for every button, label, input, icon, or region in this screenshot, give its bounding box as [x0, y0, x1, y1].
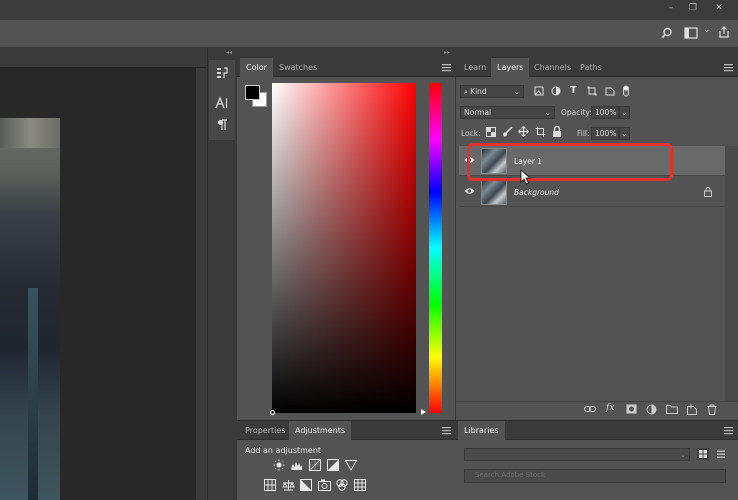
layers-dock-top-strip — [456, 48, 738, 58]
fill-input[interactable]: 100% — [591, 127, 619, 140]
lock-label: Lock: — [461, 129, 481, 138]
tab-layers[interactable]: Layers — [491, 58, 530, 77]
layer-name[interactable]: Background — [514, 188, 559, 197]
levels-icon[interactable] — [291, 459, 303, 471]
new-layer-icon[interactable] — [687, 404, 697, 415]
libraries-search-input[interactable]: Search Adobe Stock — [464, 469, 726, 483]
color-panel-header: Color Swatches — [237, 58, 456, 77]
close-button[interactable]: ✕ — [708, 0, 730, 18]
color-lookup-icon[interactable] — [354, 479, 366, 491]
color-balance-icon[interactable] — [282, 479, 295, 491]
blend-mode-value: Normal — [464, 108, 492, 117]
list-view-icon[interactable] — [715, 448, 727, 460]
curves-icon[interactable] — [309, 459, 321, 471]
lock-image-pixels-icon[interactable] — [502, 126, 513, 137]
lock-transparent-pixels-icon[interactable] — [486, 127, 496, 137]
channel-mixer-icon[interactable] — [336, 479, 348, 491]
layer-thumbnail[interactable] — [481, 179, 507, 205]
add-mask-icon[interactable] — [626, 404, 637, 414]
workspace-icon[interactable] — [684, 27, 698, 39]
restore-button[interactable]: ❐ — [682, 0, 704, 18]
lock-artboard-icon[interactable] — [535, 126, 546, 137]
filter-type-layers-icon[interactable]: T — [570, 85, 577, 96]
canvas-vertical-scrollbar[interactable] — [196, 68, 207, 500]
paragraph-styles-icon[interactable] — [215, 66, 229, 80]
opacity-dropdown-button[interactable]: ⌄ — [619, 106, 630, 119]
title-bar: – ❐ ✕ — [0, 0, 738, 20]
hue-slider[interactable] — [429, 83, 442, 413]
layers-panel-menu-icon[interactable] — [724, 64, 733, 72]
color-picker-marker[interactable] — [270, 410, 275, 415]
search-icon[interactable] — [661, 27, 673, 39]
color-spectrum-field[interactable] — [272, 83, 416, 413]
layer-highlight-annotation — [467, 143, 673, 181]
mouse-cursor-icon — [520, 169, 532, 185]
library-select[interactable]: ⌄ — [464, 448, 690, 461]
tab-color[interactable]: Color — [240, 58, 273, 77]
collapse-panels-icon[interactable]: ◂◂ — [226, 49, 232, 56]
libraries-search-placeholder: Search Adobe Stock — [475, 471, 546, 479]
add-adjustment-heading: Add an adjustment — [245, 446, 322, 455]
filter-shape-layers-icon[interactable] — [587, 86, 597, 96]
adjustments-panel-header: Properties Adjustments — [237, 421, 456, 440]
vibrance-icon[interactable] — [345, 459, 357, 471]
layer-filter-kind-select[interactable]: ⌕ Kind ⌄ — [460, 85, 524, 98]
filter-adjustment-layers-icon[interactable] — [551, 86, 561, 96]
fill-label: Fill: — [577, 129, 590, 138]
visibility-eye-icon[interactable] — [464, 187, 475, 195]
grid-view-icon[interactable] — [697, 448, 709, 460]
tab-adjustments[interactable]: Adjustments — [289, 421, 352, 440]
foreground-color-swatch[interactable] — [245, 85, 260, 100]
link-layers-icon[interactable] — [584, 405, 596, 413]
hue-saturation-icon[interactable] — [264, 479, 276, 491]
opacity-label: Opacity: — [561, 108, 592, 117]
blend-mode-select[interactable]: Normal ⌄ — [460, 106, 555, 119]
libraries-panel-menu-icon[interactable] — [724, 427, 733, 435]
layer-row-background[interactable]: Background — [459, 177, 725, 207]
fill-dropdown-button[interactable]: ⌄ — [619, 127, 630, 140]
expand-panels-icon[interactable]: ▸▸ — [444, 49, 450, 56]
paragraph-panel-icon[interactable] — [216, 118, 228, 132]
lock-position-icon[interactable] — [518, 126, 529, 137]
panel-menu-icon[interactable] — [442, 64, 451, 72]
libraries-panel-header: Libraries — [456, 421, 738, 440]
filter-pixel-layers-icon[interactable] — [534, 86, 544, 96]
layers-panel-header: Learn Layers Channels Paths — [456, 58, 738, 77]
options-bar: ⌄ — [0, 20, 738, 48]
hue-slider-handle[interactable] — [421, 409, 426, 415]
lock-all-icon[interactable] — [552, 126, 562, 137]
chevron-down-icon[interactable]: ⌄ — [703, 25, 711, 35]
layers-scrollbar[interactable] — [725, 146, 738, 401]
canvas-photo[interactable] — [0, 118, 60, 500]
document-tab-bar — [0, 48, 207, 68]
layer-effects-icon[interactable]: fx — [606, 403, 614, 413]
brightness-contrast-icon[interactable] — [273, 459, 285, 471]
opacity-input[interactable]: 100% — [591, 106, 619, 119]
new-adjustment-layer-icon[interactable] — [646, 404, 657, 415]
new-group-icon[interactable] — [666, 404, 678, 414]
tab-paths[interactable]: Paths — [574, 58, 608, 77]
tab-libraries[interactable]: Libraries — [458, 421, 505, 440]
filter-kind-label: Kind — [470, 87, 487, 96]
delete-layer-icon[interactable] — [707, 404, 717, 415]
exposure-icon[interactable] — [327, 459, 339, 471]
tab-channels[interactable]: Channels — [528, 58, 577, 77]
tab-learn[interactable]: Learn — [458, 58, 492, 77]
tab-properties[interactable]: Properties — [239, 421, 291, 440]
photo-filter-icon[interactable] — [318, 479, 331, 491]
filter-toggle-icon[interactable] — [622, 84, 630, 98]
adjustments-panel-menu-icon[interactable] — [442, 427, 451, 435]
character-panel-icon[interactable] — [215, 96, 229, 110]
share-icon[interactable] — [717, 25, 731, 39]
panel-dock-top-strip — [237, 48, 456, 58]
filter-smart-objects-icon[interactable] — [605, 86, 615, 96]
tab-swatches[interactable]: Swatches — [273, 58, 323, 77]
layer-lock-icon[interactable] — [704, 187, 712, 197]
minimize-button[interactable]: – — [660, 0, 682, 18]
black-white-icon[interactable] — [300, 479, 312, 491]
